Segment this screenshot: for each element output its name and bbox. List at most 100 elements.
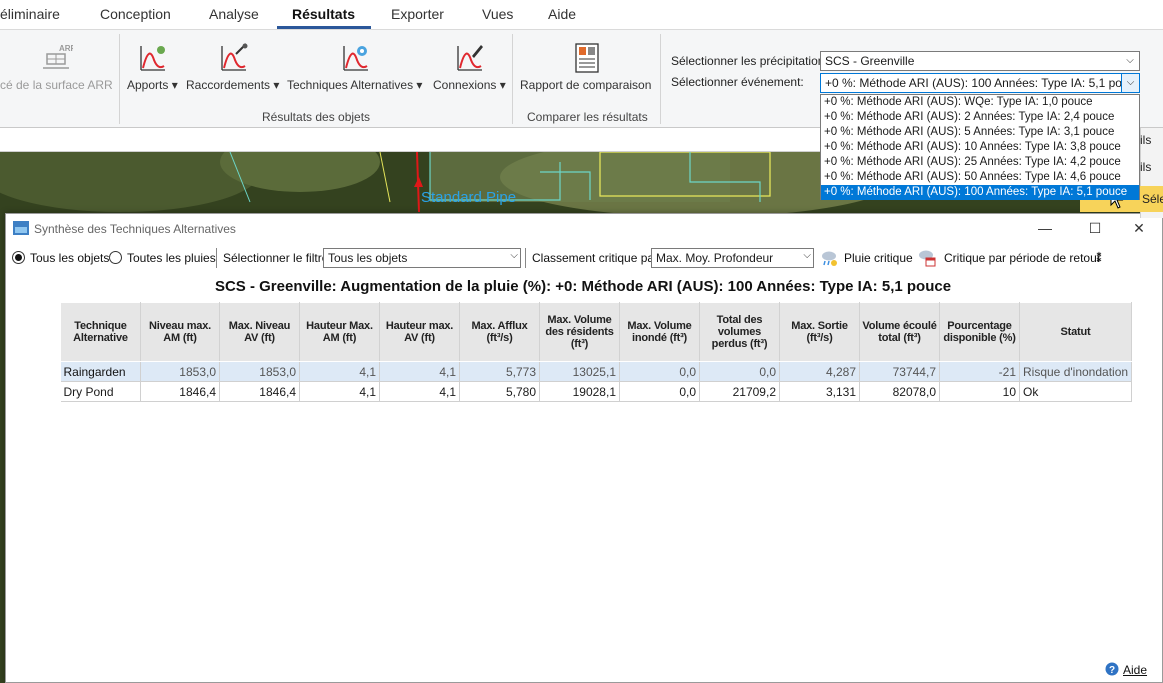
table-cell[interactable]: 4,1 bbox=[299, 361, 380, 382]
event-option[interactable]: +0 %: Méthode ARI (AUS): 25 Années: Type… bbox=[821, 155, 1139, 170]
select-tool-label: Sélec bbox=[1142, 192, 1163, 206]
dialog-title-bar: Synthèse des Techniques Alternatives — ☐… bbox=[6, 214, 1162, 242]
chevron-down-icon: ⌵ bbox=[510, 250, 518, 261]
report-icon bbox=[575, 43, 599, 73]
column-header[interactable]: Niveau max. AM (ft) bbox=[140, 302, 220, 362]
tab-resultats[interactable]: Résultats bbox=[292, 6, 355, 22]
techniques-alternatives-button[interactable]: Techniques Alternatives ▾ bbox=[287, 42, 422, 92]
raccordements-button[interactable]: Raccordements ▾ bbox=[186, 42, 279, 92]
table-cell[interactable]: 1853,0 bbox=[219, 361, 300, 382]
critical-select[interactable]: Max. Moy. Profondeur ⌵ bbox=[651, 248, 814, 268]
table-cell[interactable]: 21709,2 bbox=[699, 381, 780, 402]
chevron-down-icon: ▾ bbox=[496, 78, 506, 92]
table-row[interactable]: Dry Pond 1846,4 1846,4 4,1 4,1 5,780 190… bbox=[60, 381, 1133, 402]
event-option-selected[interactable]: +0 %: Méthode ARI (AUS): 100 Années: Typ… bbox=[821, 185, 1139, 200]
table-cell[interactable]: Dry Pond bbox=[60, 381, 141, 402]
event-option[interactable]: +0 %: Méthode ARI (AUS): 10 Années: Type… bbox=[821, 140, 1139, 155]
column-header[interactable]: Total des volumes perdus (ft³) bbox=[699, 302, 780, 362]
rapport-comparaison-button[interactable]: Rapport de comparaison bbox=[520, 42, 651, 92]
column-header[interactable]: Max. Sortie (ft³/s) bbox=[779, 302, 860, 362]
help-icon: ? bbox=[1105, 662, 1119, 676]
column-header[interactable]: Max. Afflux (ft³/s) bbox=[459, 302, 540, 362]
table-cell[interactable]: 5,773 bbox=[459, 361, 540, 382]
suds-chart-icon bbox=[343, 46, 368, 71]
radio-all-objects[interactable] bbox=[12, 251, 25, 264]
column-header[interactable]: Max. Niveau AV (ft) bbox=[219, 302, 300, 362]
apports-button[interactable]: Apports ▾ bbox=[127, 42, 178, 92]
table-cell[interactable]: 4,1 bbox=[379, 381, 460, 402]
table-cell[interactable]: 73744,7 bbox=[859, 361, 940, 382]
event-option[interactable]: +0 %: Méthode ARI (AUS): WQe: Type IA: 1… bbox=[821, 95, 1139, 110]
event-select[interactable]: +0 %: Méthode ARI (AUS): 100 Années: Typ… bbox=[820, 73, 1140, 93]
surface-arr-button[interactable]: ARR cé de la surface ARR bbox=[0, 42, 113, 92]
tab-vues[interactable]: Vues bbox=[482, 6, 513, 22]
filter-label: Sélectionner le filtre bbox=[223, 251, 329, 265]
inflow-chart-icon bbox=[140, 46, 166, 71]
surface-arr-label: cé de la surface ARR bbox=[0, 78, 113, 92]
ribbon-separator bbox=[119, 34, 120, 124]
active-tab-indicator bbox=[277, 26, 371, 29]
column-header[interactable]: Volume écoulé total (ft³) bbox=[859, 302, 940, 362]
filter-select[interactable]: Tous les objets ⌵ bbox=[323, 248, 521, 268]
tab-conception[interactable]: Conception bbox=[100, 6, 171, 22]
raccordements-label: Raccordements bbox=[186, 78, 271, 92]
maximize-button[interactable]: ☐ bbox=[1080, 218, 1110, 238]
map-pipe-label: Standard Pipe bbox=[421, 189, 516, 206]
app-icon bbox=[13, 221, 29, 235]
event-option[interactable]: +0 %: Méthode ARI (AUS): 2 Années: Type … bbox=[821, 110, 1139, 125]
table-row[interactable]: Raingarden 1853,0 1853,0 4,1 4,1 5,773 1… bbox=[60, 361, 1133, 382]
tab-preliminaire[interactable]: éliminaire bbox=[0, 6, 60, 22]
group-label-comparer: Comparer les résultats bbox=[527, 110, 648, 124]
column-header[interactable]: Technique Alternative bbox=[60, 302, 141, 362]
table-cell[interactable]: -21 bbox=[939, 361, 1020, 382]
tab-analyse[interactable]: Analyse bbox=[209, 6, 259, 22]
column-header[interactable]: Max. Volume inondé (ft³) bbox=[619, 302, 700, 362]
column-header[interactable]: Hauteur Max. AM (ft) bbox=[299, 302, 380, 362]
table-cell[interactable]: 0,0 bbox=[619, 361, 700, 382]
column-header[interactable]: Hauteur max. AV (ft) bbox=[379, 302, 460, 362]
table-cell[interactable]: 0,0 bbox=[699, 361, 780, 382]
table-cell[interactable]: 4,1 bbox=[379, 361, 460, 382]
critical-rain-button[interactable]: Pluie critique bbox=[820, 246, 913, 270]
grid-header-row: Technique Alternative Niveau max. AM (ft… bbox=[60, 302, 1133, 362]
connexions-button[interactable]: Connexions ▾ bbox=[433, 42, 506, 92]
rain-cloud-icon bbox=[822, 251, 837, 266]
chevron-down-icon: ⌵ bbox=[1126, 55, 1134, 66]
column-header[interactable]: Statut bbox=[1018, 302, 1133, 362]
techniques-alternatives-label: Techniques Alternatives bbox=[287, 78, 414, 92]
table-cell[interactable]: 1846,4 bbox=[219, 381, 300, 402]
table-cell[interactable]: 82078,0 bbox=[859, 381, 940, 402]
svg-text:?: ? bbox=[1109, 665, 1115, 676]
table-cell[interactable]: Risque d'inondation bbox=[1019, 361, 1133, 382]
chevron-down-icon: ▾ bbox=[413, 78, 423, 92]
table-cell[interactable]: 19028,1 bbox=[539, 381, 620, 402]
critical-return-period-button[interactable]: Critique par période de retour bbox=[918, 246, 1108, 270]
table-cell[interactable]: Raingarden bbox=[60, 361, 141, 382]
radio-all-rains[interactable] bbox=[109, 251, 122, 264]
toolbar-overflow-icon[interactable]: ⁑ bbox=[1096, 251, 1102, 265]
precip-select[interactable]: SCS - Greenville ⌵ bbox=[820, 51, 1140, 71]
table-cell[interactable]: 10 bbox=[939, 381, 1020, 402]
report-title: SCS - Greenville: Augmentation de la plu… bbox=[214, 278, 952, 295]
table-cell[interactable]: Ok bbox=[1019, 381, 1133, 402]
critical-label: Classement critique par: bbox=[532, 251, 662, 265]
help-label: Aide bbox=[1123, 663, 1148, 677]
table-cell[interactable]: 1853,0 bbox=[140, 361, 220, 382]
table-cell[interactable]: 13025,1 bbox=[539, 361, 620, 382]
event-option[interactable]: +0 %: Méthode ARI (AUS): 50 Années: Type… bbox=[821, 170, 1139, 185]
table-cell[interactable]: 4,1 bbox=[299, 381, 380, 402]
close-button[interactable]: ✕ bbox=[1124, 218, 1154, 238]
event-option[interactable]: +0 %: Méthode ARI (AUS): 5 Années: Type … bbox=[821, 125, 1139, 140]
minimize-button[interactable]: — bbox=[1030, 218, 1060, 238]
column-header[interactable]: Max. Volume des résidents (ft³) bbox=[539, 302, 620, 362]
table-cell[interactable]: 0,0 bbox=[619, 381, 700, 402]
tab-aide[interactable]: Aide bbox=[548, 6, 576, 22]
column-header[interactable]: Pourcentage disponible (%) bbox=[939, 302, 1020, 362]
table-cell[interactable]: 5,780 bbox=[459, 381, 540, 402]
tab-exporter[interactable]: Exporter bbox=[391, 6, 444, 22]
arr-icon-label: ARR bbox=[59, 44, 73, 53]
table-cell[interactable]: 3,131 bbox=[779, 381, 860, 402]
table-cell[interactable]: 1846,4 bbox=[140, 381, 220, 402]
chevron-down-icon[interactable]: ⌵ bbox=[1121, 74, 1139, 92]
table-cell[interactable]: 4,287 bbox=[779, 361, 860, 382]
